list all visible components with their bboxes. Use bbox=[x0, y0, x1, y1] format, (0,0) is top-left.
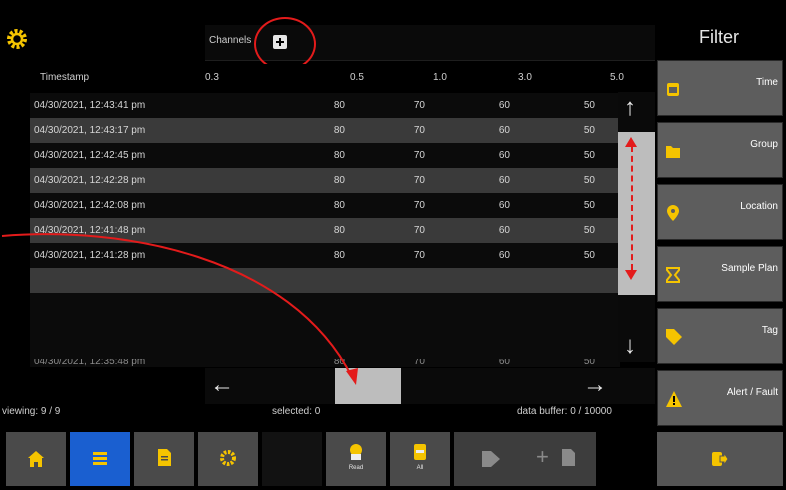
tag-icon bbox=[482, 451, 500, 467]
plus-icon: + bbox=[536, 444, 549, 469]
read-icon bbox=[348, 444, 364, 462]
document-icon bbox=[158, 449, 171, 466]
app-screen: Channels Timestamp 0.3 0.5 1.0 3.0 5.0 0… bbox=[0, 0, 786, 490]
viewing-count: viewing: 9 / 9 bbox=[2, 406, 61, 417]
filter-tag-button[interactable]: Tag bbox=[657, 308, 783, 364]
all-icon bbox=[414, 444, 426, 462]
folder-icon bbox=[666, 143, 680, 159]
all-label: All bbox=[416, 465, 424, 471]
filter-alert-label: Alert / Fault bbox=[726, 387, 778, 398]
gear-icon bbox=[220, 450, 236, 466]
calendar-icon bbox=[666, 81, 680, 97]
filter-location-button[interactable]: Location bbox=[657, 184, 783, 240]
add-document-button[interactable]: + bbox=[528, 432, 596, 486]
home-icon bbox=[28, 451, 44, 467]
read-label: Read bbox=[348, 465, 364, 471]
filter-location-label: Location bbox=[740, 201, 778, 212]
settings-button[interactable] bbox=[198, 432, 258, 486]
report-button[interactable] bbox=[134, 432, 194, 486]
filter-tag-label: Tag bbox=[761, 325, 778, 336]
data-buffer-count: data buffer: 0 / 10000 bbox=[517, 406, 612, 417]
home-button[interactable] bbox=[6, 432, 66, 486]
list-icon bbox=[93, 452, 107, 466]
exit-icon bbox=[712, 452, 728, 466]
filter-title: Filter bbox=[699, 27, 739, 47]
location-pin-icon bbox=[666, 205, 680, 221]
filter-group-label: Group bbox=[750, 139, 778, 150]
exit-button[interactable] bbox=[657, 432, 783, 486]
warning-icon bbox=[666, 391, 682, 407]
all-button[interactable]: All bbox=[390, 432, 450, 486]
tag-icon bbox=[666, 329, 682, 345]
hourglass-icon bbox=[666, 267, 680, 283]
toolbar-spacer bbox=[262, 432, 322, 486]
filter-sample-plan-label: Sample Plan bbox=[721, 263, 778, 274]
filter-group-button[interactable]: Group bbox=[657, 122, 783, 178]
selected-count: selected: 0 bbox=[272, 406, 321, 417]
data-list-button[interactable] bbox=[70, 432, 130, 486]
filter-alert-button[interactable]: Alert / Fault bbox=[657, 370, 783, 426]
filter-time-label: Time bbox=[756, 77, 778, 88]
read-button[interactable]: Read bbox=[326, 432, 386, 486]
filter-time-button[interactable]: Time bbox=[657, 60, 783, 116]
filter-sample-plan-button[interactable]: Sample Plan bbox=[657, 246, 783, 302]
document-icon bbox=[562, 449, 575, 466]
tag-button[interactable] bbox=[454, 432, 528, 486]
